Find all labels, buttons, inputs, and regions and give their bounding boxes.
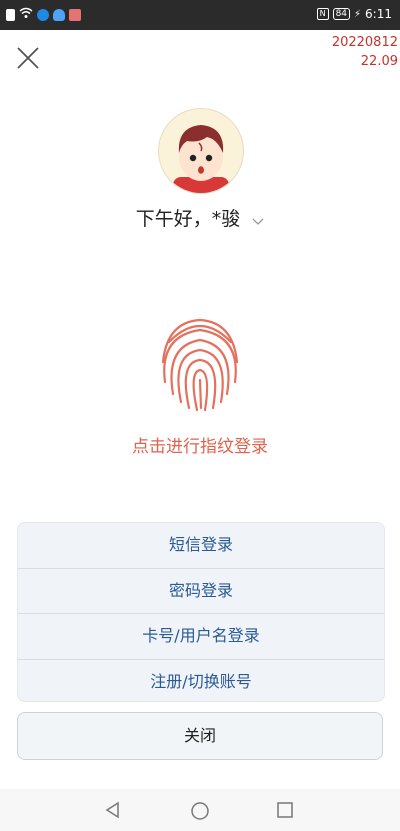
home-icon[interactable] — [190, 801, 210, 825]
chevron-down-icon — [252, 209, 264, 231]
card-username-login-button[interactable]: 卡号/用户名登录 — [18, 614, 384, 660]
greeting-account-selector[interactable]: 下午好，*骏 — [0, 204, 400, 231]
charging-icon: ⚡ — [354, 8, 362, 20]
login-options-panel: 短信登录 密码登录 卡号/用户名登录 注册/切换账号 — [17, 522, 385, 702]
sms-login-button[interactable]: 短信登录 — [18, 523, 384, 569]
cloud-app-icon — [53, 8, 65, 21]
close-button[interactable]: 关闭 — [17, 712, 383, 760]
greeting-text: 下午好，*骏 — [135, 208, 241, 230]
fingerprint-login-label[interactable]: 点击进行指纹登录 — [0, 432, 400, 457]
close-icon[interactable] — [14, 44, 42, 72]
register-switch-account-button[interactable]: 注册/切换账号 — [18, 660, 384, 702]
wifi-icon — [19, 7, 33, 22]
version-text: 20220812 22.09 — [332, 33, 398, 71]
battery-icon: 84 — [332, 8, 351, 20]
version-number: 22.09 — [360, 54, 398, 69]
status-left-icons — [6, 7, 81, 22]
alert-icon — [6, 8, 15, 21]
search-app-icon — [37, 8, 49, 21]
password-login-button[interactable]: 密码登录 — [18, 569, 384, 614]
back-icon[interactable] — [104, 801, 122, 823]
status-bar: N 84 ⚡ 6:11 — [0, 0, 400, 30]
status-right-icons: N 84 ⚡ 6:11 — [316, 7, 392, 21]
status-time: 6:11 — [365, 7, 392, 21]
book-app-icon — [69, 8, 81, 21]
nfc-icon: N — [316, 8, 329, 20]
system-nav-bar — [0, 789, 400, 831]
version-date: 20220812 — [331, 35, 398, 50]
avatar — [158, 108, 244, 194]
recent-apps-icon[interactable] — [276, 801, 294, 823]
fingerprint-icon[interactable] — [155, 312, 245, 412]
